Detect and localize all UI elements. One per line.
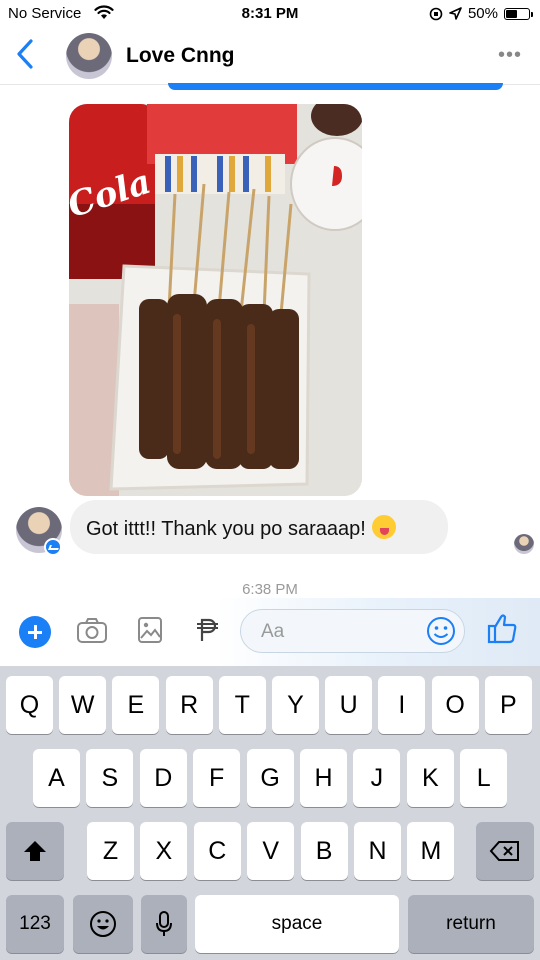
key-c[interactable]: C	[193, 822, 241, 880]
key-z[interactable]: Z	[87, 822, 134, 880]
status-right: 50%	[429, 5, 533, 22]
message-text: Got ittt!! Thank you po saraaap!	[86, 518, 366, 540]
space-key[interactable]: space	[195, 895, 399, 953]
message-bubble[interactable]: Got ittt!! Thank you po saraaap!	[70, 500, 448, 554]
key-y[interactable]: Y	[272, 676, 319, 734]
key-a[interactable]: A	[33, 749, 80, 807]
key-p[interactable]: P	[484, 676, 532, 734]
key-d[interactable]: D	[139, 749, 187, 807]
key-o[interactable]: O	[431, 676, 479, 734]
orientation-lock-icon	[429, 7, 443, 20]
smiley-icon	[427, 617, 455, 645]
key-j[interactable]: J	[353, 749, 401, 807]
plus-button[interactable]	[19, 616, 51, 648]
gallery-button[interactable]	[137, 616, 163, 649]
key-v[interactable]: V	[247, 822, 295, 880]
numbers-key[interactable]: 123	[6, 895, 64, 953]
microphone-icon	[156, 911, 172, 936]
composer-bar	[0, 598, 540, 666]
message-input[interactable]	[240, 609, 465, 653]
shift-arrow-icon	[24, 841, 46, 861]
key-k[interactable]: K	[406, 749, 454, 807]
key-t[interactable]: T	[218, 676, 266, 734]
key-f[interactable]: F	[193, 749, 241, 807]
delete-key[interactable]	[476, 822, 534, 880]
chevron-left-icon	[17, 39, 33, 69]
read-receipt-avatar	[514, 534, 534, 554]
key-h[interactable]: H	[300, 749, 347, 807]
backspace-icon	[489, 841, 519, 861]
camera-button[interactable]	[76, 616, 108, 651]
contact-name[interactable]: Love Cnng	[126, 44, 235, 68]
message-content: Got ittt!! Thank you po saraaap!	[86, 515, 396, 541]
key-q[interactable]: Q	[6, 676, 53, 734]
shift-key[interactable]	[6, 822, 64, 880]
more-options-button[interactable]: •••	[498, 44, 522, 67]
emoji-button[interactable]	[426, 616, 456, 651]
timestamp: 6:38 PM	[242, 581, 298, 598]
key-g[interactable]: G	[246, 749, 294, 807]
photo-message[interactable]: Cola	[69, 104, 362, 496]
key-x[interactable]: X	[140, 822, 188, 880]
payment-button[interactable]	[195, 616, 221, 649]
key-n[interactable]: N	[354, 822, 401, 880]
image-icon	[138, 617, 162, 643]
key-b[interactable]: B	[300, 822, 348, 880]
key-m[interactable]: M	[407, 822, 455, 880]
messenger-badge-icon	[44, 538, 62, 556]
back-button[interactable]	[14, 38, 36, 75]
return-key[interactable]: return	[408, 895, 534, 953]
battery-level-fill	[506, 9, 517, 18]
battery-icon	[504, 7, 533, 20]
key-i[interactable]: I	[378, 676, 426, 734]
emoji-keyboard-icon	[90, 911, 116, 937]
key-w[interactable]: W	[59, 676, 107, 734]
photo-image	[69, 104, 362, 496]
contact-avatar[interactable]	[66, 33, 112, 79]
peso-icon	[197, 618, 218, 641]
key-s[interactable]: S	[86, 749, 134, 807]
battery-percent: 50%	[467, 5, 498, 22]
key-r[interactable]: R	[165, 676, 213, 734]
status-bar: No Service 8:31 PM 50%	[0, 0, 540, 28]
message-text-field[interactable]	[259, 620, 423, 644]
like-button[interactable]	[486, 612, 518, 651]
camera-icon	[77, 618, 107, 643]
key-u[interactable]: U	[325, 676, 373, 734]
emoji-key[interactable]	[73, 895, 133, 953]
dictation-key[interactable]	[141, 895, 187, 953]
location-arrow-icon	[449, 7, 462, 20]
key-e[interactable]: E	[112, 676, 160, 734]
conversation-header: Love Cnng •••	[0, 28, 540, 85]
previous-message-bubble[interactable]	[168, 83, 503, 90]
key-l[interactable]: L	[460, 749, 508, 807]
thumbs-up-icon	[487, 614, 517, 644]
yum-emoji-icon	[371, 515, 396, 539]
keyboard: QWERTYUIOP ASDFGHJKL ZXCVBNM 123 space r…	[0, 666, 540, 960]
